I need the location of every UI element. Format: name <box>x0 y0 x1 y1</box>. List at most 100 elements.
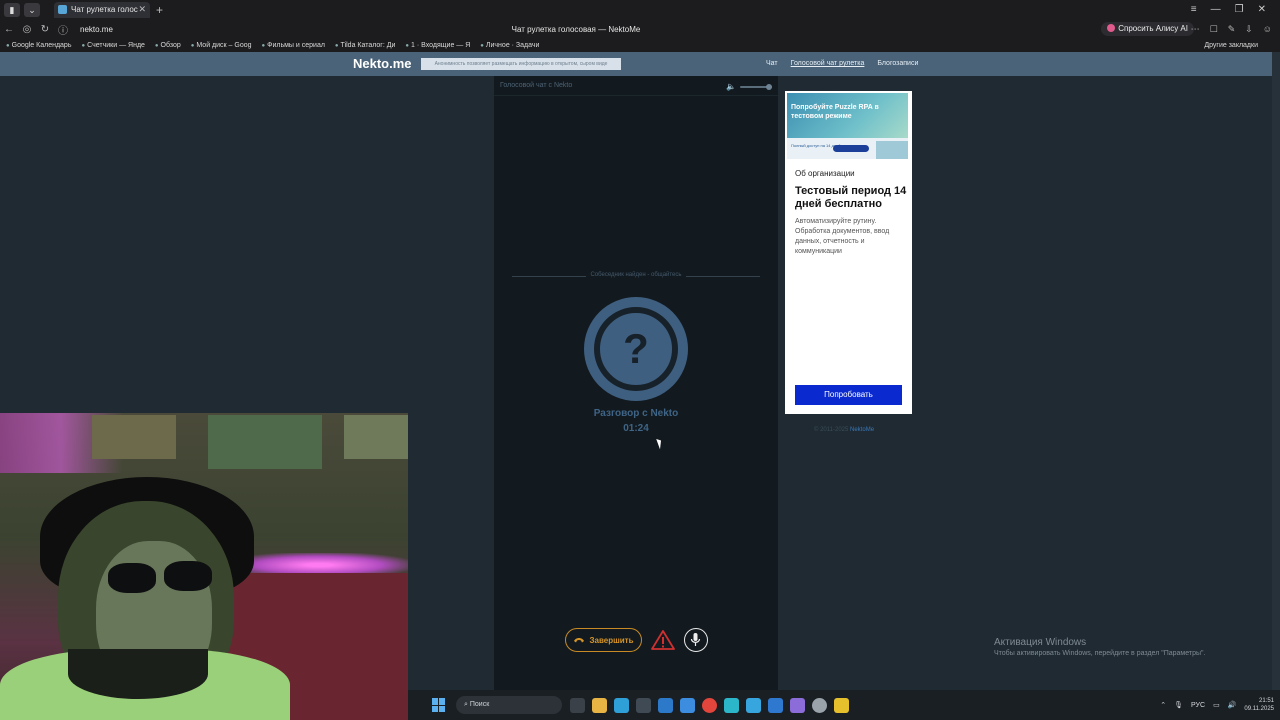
site-logo[interactable]: Nekto.me <box>353 56 412 71</box>
tab-title: Чат рулетка голосовая <box>71 5 138 14</box>
bookmark-item[interactable]: 1 · Входящие — Я <box>405 42 470 49</box>
app-icon[interactable] <box>724 697 739 713</box>
task-view-icon[interactable] <box>570 697 585 713</box>
bookmark-item[interactable]: Tilda Каталог: Ди <box>335 42 396 49</box>
copyright-text: © 2011-2025 <box>814 427 849 433</box>
warning-icon <box>651 630 675 650</box>
restore-icon[interactable]: ❐ <box>1235 0 1244 19</box>
minimize-icon[interactable]: — <box>1211 0 1221 19</box>
file-explorer-icon[interactable] <box>592 697 607 713</box>
settings-icon[interactable] <box>812 697 827 713</box>
todo-icon[interactable] <box>680 697 695 713</box>
system-tray: ⌃ 🎙 РУС ▭ 🔊 21:51 09.11.2025 <box>1160 690 1274 720</box>
ad-banner[interactable]: Попробуйте Puzzle RPA в тестовом режиме … <box>787 93 908 159</box>
start-icon[interactable] <box>432 698 446 712</box>
site-header: Nekto.me Анонимность позволяет размещать… <box>0 52 1280 76</box>
activation-title: Активация Windows <box>994 637 1087 648</box>
bookmark-item[interactable]: Обзор <box>155 42 181 49</box>
footer-link[interactable]: NektoMe <box>850 427 874 433</box>
new-tab-icon[interactable]: + <box>156 3 163 17</box>
taskbar-search[interactable]: ⌕ Поиск <box>456 696 562 714</box>
clock[interactable]: 21:51 09.11.2025 <box>1244 697 1274 713</box>
tab-close-icon[interactable]: ✕ <box>138 4 146 15</box>
page-scrollbar[interactable] <box>1272 52 1280 690</box>
advertisement[interactable]: Попробуйте Puzzle RPA в тестовом режиме … <box>785 91 912 414</box>
end-call-label: Завершить <box>589 635 634 645</box>
volume-slider[interactable] <box>740 83 772 90</box>
edge-icon[interactable] <box>614 697 629 713</box>
store-icon[interactable] <box>636 697 651 713</box>
clock-time: 21:51 <box>1258 698 1274 704</box>
browser-tab[interactable]: Чат рулетка голосовая ✕ <box>54 1 150 18</box>
ask-alice-button[interactable]: Спросить Алису AI <box>1101 22 1194 36</box>
report-button[interactable] <box>650 628 676 652</box>
volume-control[interactable]: 🔈 <box>726 82 772 91</box>
panel-title: Голосовой чат с Nekto <box>500 82 573 89</box>
question-mark-icon: ? <box>623 325 649 372</box>
app-icon[interactable] <box>834 697 849 713</box>
ad-try-button[interactable]: Попробовать <box>795 385 902 405</box>
ad-org-link[interactable]: Об организации <box>795 169 855 178</box>
mail-icon[interactable] <box>658 697 673 713</box>
tray-arrow-icon[interactable]: ⌃ <box>1160 701 1166 709</box>
language-indicator[interactable]: РУС <box>1191 702 1205 709</box>
mic-tray-icon[interactable]: 🎙 <box>1174 701 1183 709</box>
download-icon[interactable]: ⇩ <box>1245 19 1253 39</box>
ad-banner-thumbnail <box>876 141 908 159</box>
partner-avatar: ? <box>584 297 688 401</box>
clock-date: 09.11.2025 <box>1244 706 1274 712</box>
browser-tabbar: ▮ ⌄ Чат рулетка голосовая ✕ + ≡ — ❐ ✕ <box>0 0 1280 19</box>
yandex-browser-icon[interactable] <box>702 697 717 713</box>
bookmark-item[interactable]: Мой диск – Goog <box>191 42 251 49</box>
ad-title: Тестовый период 14 дней бесплатно <box>795 185 907 210</box>
microphone-button[interactable] <box>684 628 708 652</box>
footer-copyright: © 2011-2025 NektoMe <box>814 427 874 433</box>
menu-icon[interactable]: ≡ <box>1191 0 1197 19</box>
ad-text: Автоматизируйте рутину. Обработка докуме… <box>795 218 890 255</box>
tab-favicon-icon <box>58 5 67 14</box>
address-bar: ← ◎ ↻ ⓘ nekto.me Чат рулетка голосовая —… <box>0 19 1280 39</box>
window-controls: ≡ — ❐ ✕ <box>1191 0 1280 19</box>
bookmark-item[interactable]: Счетчики — Янде <box>81 42 145 49</box>
bookmark-item[interactable]: Фильмы и сериал <box>262 42 325 49</box>
bookmark-icon[interactable]: ☐ <box>1210 19 1218 39</box>
window-title: Чат рулетка голосовая — NektoMe <box>511 24 641 34</box>
ad-banner-button[interactable] <box>833 145 869 152</box>
translate-icon[interactable]: ✎ <box>1228 19 1236 39</box>
activation-text: Чтобы активировать Windows, перейдите в … <box>994 650 1206 657</box>
telegram-icon[interactable] <box>746 697 761 713</box>
site-notice: Анонимность позволяет размещать информац… <box>421 58 621 70</box>
close-window-icon[interactable]: ✕ <box>1258 0 1266 19</box>
conversation-label: Разговор с Nekto <box>593 408 679 419</box>
windows-activation-watermark: Активация Windows Чтобы активировать Win… <box>994 637 1205 657</box>
wall-poster <box>92 415 176 459</box>
wall-poster <box>208 415 322 469</box>
end-call-button[interactable]: Завершить <box>565 628 642 652</box>
bookmark-item[interactable]: Google Календарь <box>6 42 72 49</box>
app-icon[interactable] <box>790 697 805 713</box>
nav-chat[interactable]: Чат <box>766 52 778 76</box>
browser-menu-icon[interactable]: ▮ <box>4 2 20 17</box>
nav-blog[interactable]: Блогозаписи <box>877 52 918 76</box>
bookmarks-bar: Google Календарь Счетчики — Янде Обзор М… <box>0 39 1280 52</box>
nav-voice-roulette[interactable]: Голосовой чат рулетка <box>791 52 865 76</box>
tabs-dropdown-icon[interactable]: ⌄ <box>24 2 40 17</box>
search-label: Поиск <box>469 701 490 708</box>
profile-icon[interactable]: ☺ <box>1263 19 1272 39</box>
speaker-icon: 🔈 <box>726 82 736 91</box>
status-text: Собеседник найден - общайтесь <box>586 272 686 278</box>
more-icon[interactable]: ⋯ <box>1191 19 1200 39</box>
wall-poster <box>344 415 408 459</box>
network-icon[interactable]: ▭ <box>1213 701 1220 709</box>
site-nav: Чат Голосовой чат рулетка Блогозаписи <box>766 52 918 76</box>
bookmark-item[interactable]: Личное · Задачи <box>480 42 540 49</box>
sunglasses <box>108 563 156 593</box>
volume-tray-icon[interactable]: 🔊 <box>1228 701 1237 709</box>
app-icon[interactable] <box>768 697 783 713</box>
microphone-icon <box>690 633 701 646</box>
call-timer: 01:24 <box>623 423 649 434</box>
other-bookmarks[interactable]: Другие закладки <box>1204 42 1258 49</box>
voice-chat-panel: Голосовой чат с Nekto 🔈 Собеседник найде… <box>494 76 778 690</box>
windows-taskbar: ⌕ Поиск ⌃ 🎙 РУС ▭ 🔊 21:51 09.11.2025 <box>408 690 1280 720</box>
webcam-overlay <box>0 413 408 720</box>
